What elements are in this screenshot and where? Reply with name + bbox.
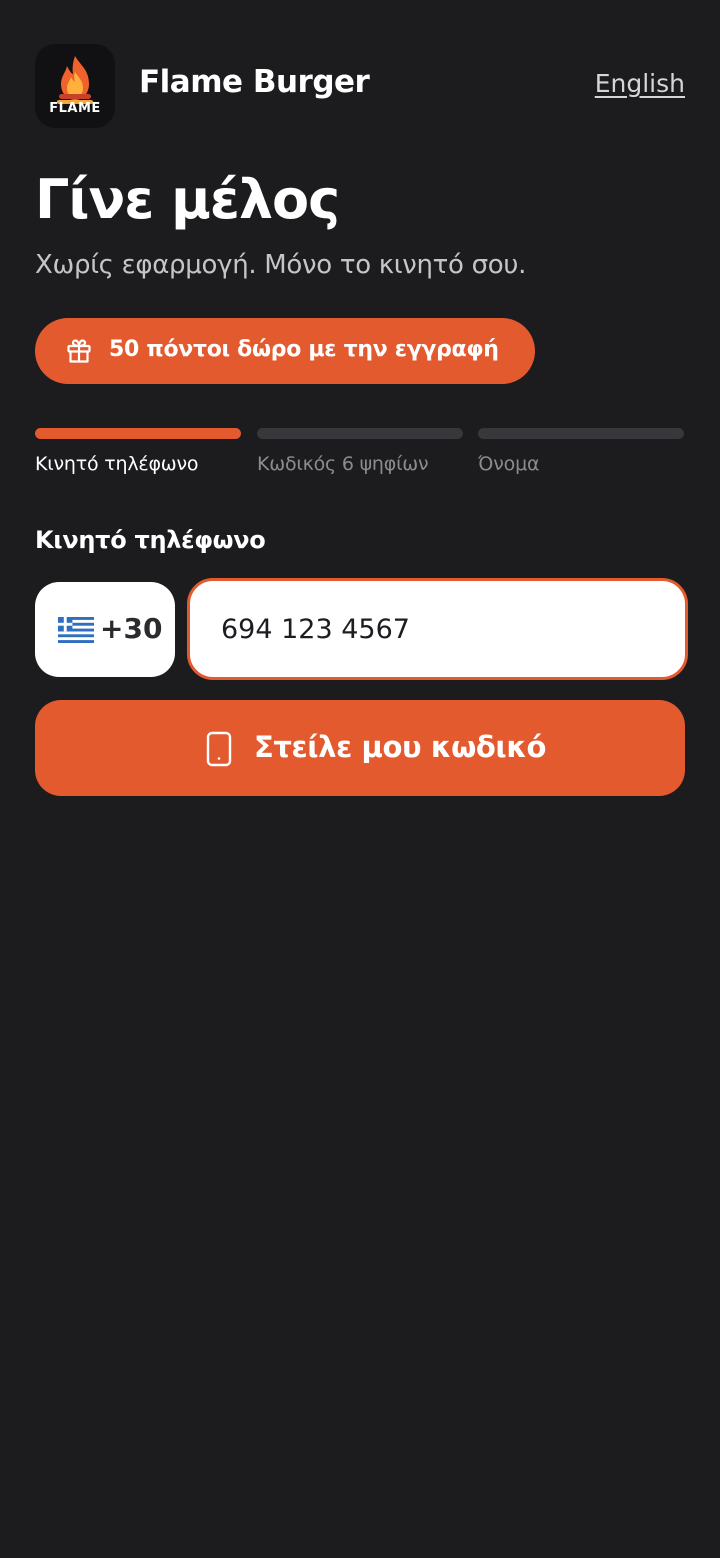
greece-flag-icon bbox=[58, 617, 94, 647]
flame-burger-logo: FLAME bbox=[35, 44, 115, 128]
step-phone-label: Κινητό τηλέφωνο bbox=[35, 453, 199, 475]
language-switch-link[interactable]: English bbox=[595, 69, 685, 98]
step-phone-bar bbox=[35, 428, 241, 439]
country-code: +30 bbox=[100, 612, 163, 645]
step-phone: Κινητό τηλέφωνο bbox=[35, 428, 241, 475]
phone-number-input[interactable] bbox=[187, 578, 688, 680]
step-name-label: Όνομα bbox=[478, 453, 540, 475]
logo-wordmark: FLAME bbox=[49, 101, 101, 116]
app-header: FLAME Flame Burger English bbox=[35, 44, 685, 128]
page-subtitle: Χωρίς εφαρμογή. Μόνο το κινητό σου. bbox=[35, 250, 527, 280]
step-name: Όνομα bbox=[478, 428, 684, 475]
send-code-button[interactable]: Στείλε μου κωδικό bbox=[35, 700, 685, 796]
send-code-label: Στείλε μου κωδικό bbox=[254, 730, 547, 764]
page-title: Γίνε μέλος bbox=[35, 168, 340, 231]
step-code: Κωδικός 6 ψηφίων bbox=[257, 428, 463, 475]
smartphone-icon bbox=[206, 731, 232, 771]
step-code-label: Κωδικός 6 ψηφίων bbox=[257, 453, 429, 475]
brand-name: Flame Burger bbox=[139, 64, 370, 100]
phone-field-label: Κινητό τηλέφωνο bbox=[35, 526, 266, 554]
step-code-bar bbox=[257, 428, 463, 439]
signup-bonus-label: 50 πόντοι δώρο με την εγγραφή bbox=[109, 337, 499, 362]
signup-bonus-badge: 50 πόντοι δώρο με την εγγραφή bbox=[35, 318, 535, 384]
step-name-bar bbox=[478, 428, 684, 439]
gift-icon bbox=[66, 338, 92, 368]
country-code-selector[interactable]: +30 bbox=[35, 582, 175, 677]
signup-progress-steps: Κινητό τηλέφωνο Κωδικός 6 ψηφίων Όνομα bbox=[35, 428, 685, 488]
